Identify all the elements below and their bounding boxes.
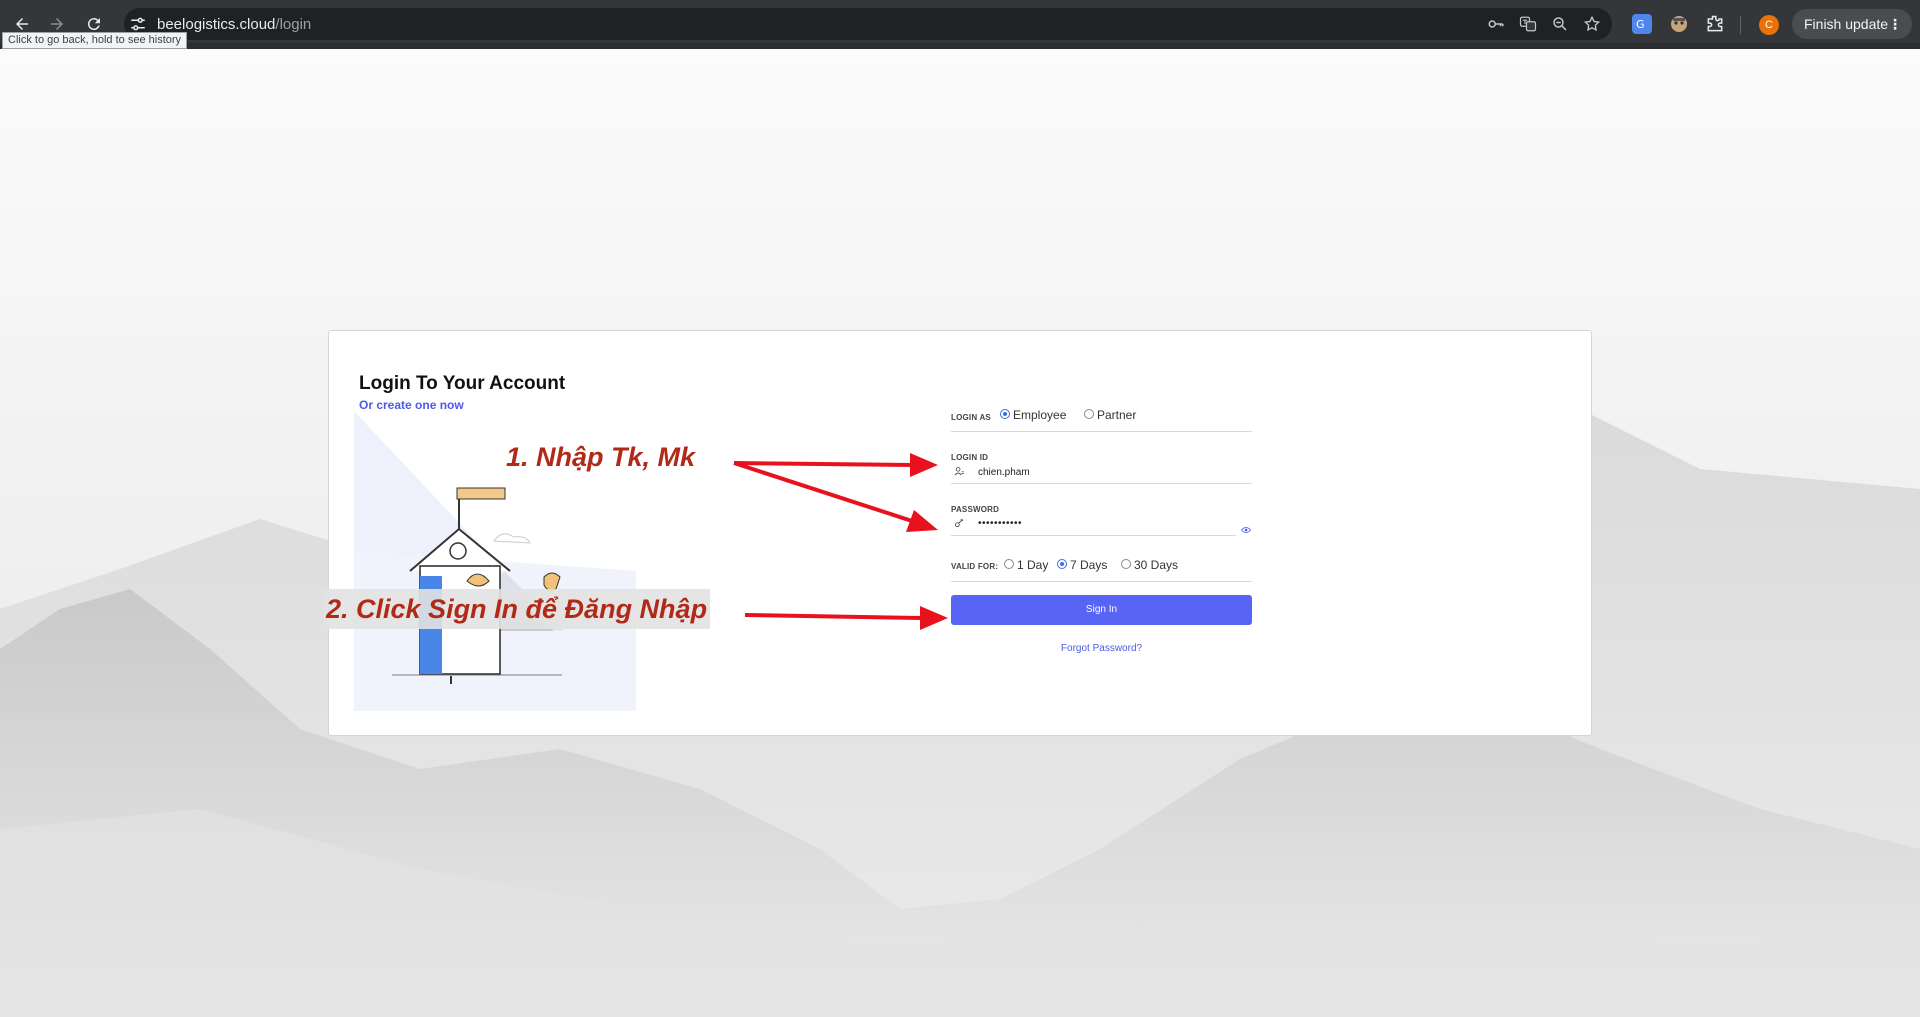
- toolbar-separator: [1740, 16, 1741, 34]
- create-account-link[interactable]: Or create one now: [359, 398, 464, 412]
- extension-translate-icon[interactable]: G: [1632, 14, 1652, 34]
- profile-avatar[interactable]: C: [1759, 15, 1779, 35]
- valid-1-day-label[interactable]: 1 Day: [1017, 558, 1048, 572]
- toolbar-divider: [0, 43, 1920, 49]
- bookmark-star-icon[interactable]: [1583, 15, 1601, 33]
- address-bar[interactable]: [124, 8, 1612, 40]
- finish-update-label: Finish update: [1804, 16, 1889, 32]
- login-title: Login To Your Account: [359, 373, 566, 394]
- password-key-icon[interactable]: [1487, 15, 1505, 33]
- valid-7-days-radio[interactable]: [1057, 559, 1067, 569]
- annotation-step-1: 1. Nhập Tk, Mk: [506, 442, 696, 472]
- sign-in-button[interactable]: Sign In: [951, 595, 1252, 625]
- valid-for-label: VALID FOR:: [951, 562, 999, 571]
- partner-label[interactable]: Partner: [1097, 408, 1136, 422]
- site-settings-icon[interactable]: [129, 15, 147, 33]
- svg-text:G: G: [1636, 18, 1645, 31]
- show-password-eye-icon[interactable]: [1240, 521, 1252, 533]
- login-as-label: LOGIN AS: [951, 413, 991, 422]
- valid-7-days-label[interactable]: 7 Days: [1070, 558, 1107, 572]
- password-underline: [951, 535, 1236, 536]
- login-card: Login To Your Account Or create one now …: [328, 330, 1592, 736]
- login-id-input[interactable]: chien.pham: [978, 467, 1030, 478]
- back-tooltip: Click to go back, hold to see history: [2, 32, 188, 49]
- valid-30-days-radio[interactable]: [1121, 559, 1131, 569]
- password-label: PASSWORD: [951, 505, 1000, 514]
- url-host: beelogistics.cloud: [157, 16, 276, 33]
- finish-update-button[interactable]: Finish update ⋮: [1792, 9, 1912, 39]
- partner-radio[interactable]: [1084, 409, 1094, 419]
- valid-30-days-label[interactable]: 30 Days: [1134, 558, 1178, 572]
- employee-radio[interactable]: [1000, 409, 1010, 419]
- forgot-password-link[interactable]: Forgot Password?: [951, 643, 1252, 654]
- url-path: /login: [275, 16, 312, 33]
- extensions-puzzle-icon[interactable]: [1705, 14, 1725, 34]
- valid-1-day-radio[interactable]: [1004, 559, 1014, 569]
- extension-avatar-icon[interactable]: [1669, 14, 1689, 34]
- valid-for-divider: [951, 581, 1252, 582]
- key-icon: [954, 518, 964, 528]
- login-form: LOGIN AS Employee Partner LOGIN ID chien…: [951, 331, 1253, 737]
- password-input[interactable]: •••••••••••: [978, 518, 1022, 529]
- translate-icon[interactable]: [1519, 15, 1537, 33]
- login-id-label: LOGIN ID: [951, 453, 989, 462]
- zoom-icon[interactable]: [1551, 15, 1569, 33]
- user-icon: [954, 466, 964, 476]
- login-as-divider: [951, 431, 1252, 432]
- menu-dots-icon: ⋮: [1888, 16, 1902, 32]
- login-id-underline: [951, 483, 1252, 484]
- annotation-step-2: 2. Click Sign In để Đăng Nhập: [323, 589, 711, 629]
- employee-label[interactable]: Employee: [1013, 408, 1066, 422]
